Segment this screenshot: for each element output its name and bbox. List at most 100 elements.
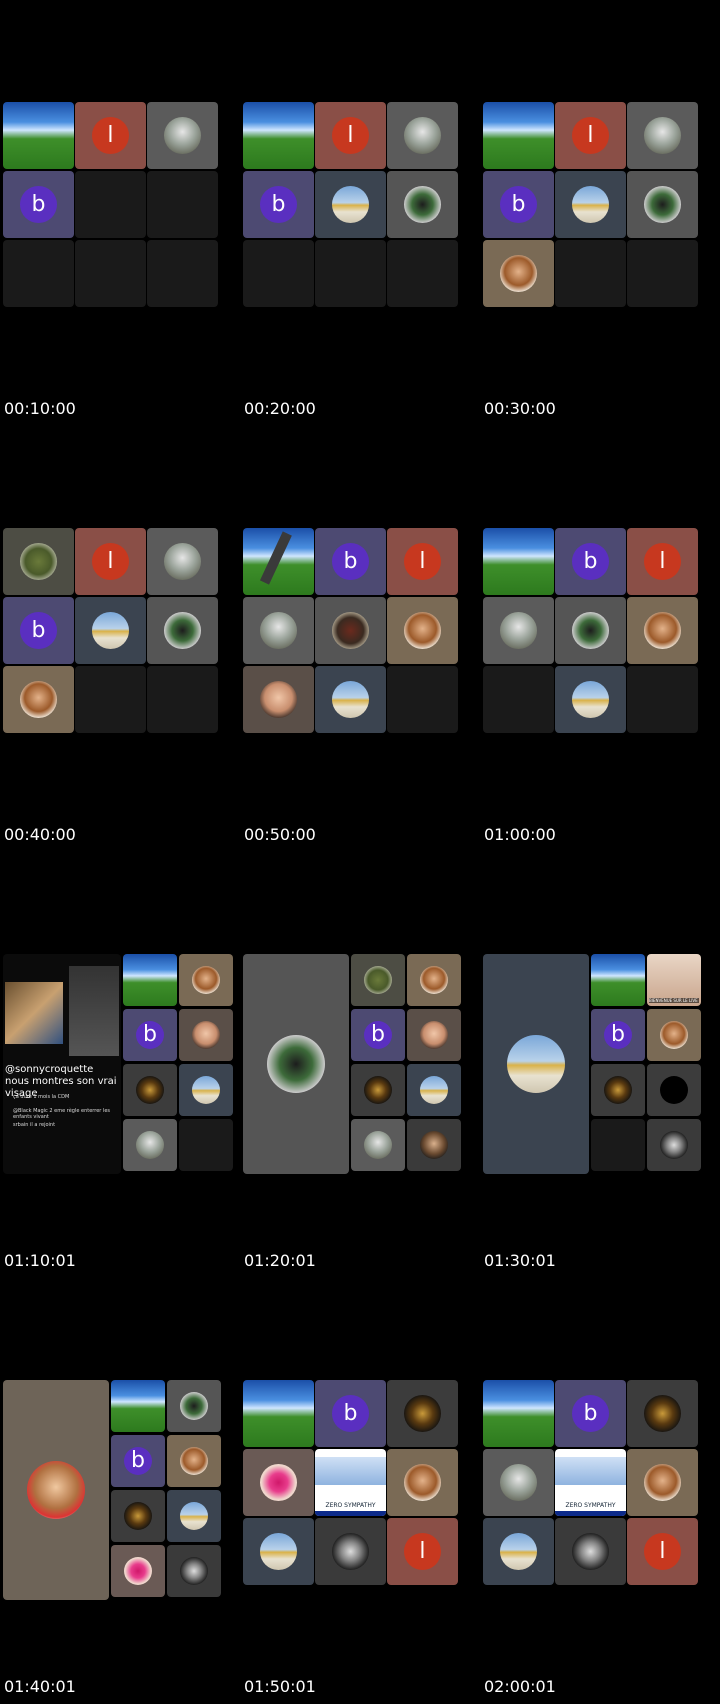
avatar-b: b: [20, 612, 57, 649]
participant-tile: [627, 102, 698, 169]
stadium-video-tile: [483, 102, 554, 169]
participant-tile: [351, 954, 405, 1006]
avatar-l: l: [644, 543, 681, 580]
participant-tile: [167, 1435, 221, 1487]
timestamp-label: 00:10:00: [4, 399, 76, 418]
stadium-video-tile: [243, 102, 314, 169]
empty-tile: [147, 240, 218, 307]
stadium-video-tile: [243, 1380, 314, 1447]
participant-tile: [123, 1064, 177, 1116]
avatar-horse: [332, 612, 369, 649]
avatar-flags: [404, 186, 441, 223]
video-frame: b ZERO SYMPATHY l: [483, 1380, 718, 1605]
empty-tile: [315, 240, 386, 307]
participant-tile: [627, 1380, 698, 1447]
empty-tile: [627, 240, 698, 307]
avatar-soldier: [135, 1130, 165, 1160]
participant-tile: [555, 666, 626, 733]
participant-tile: [591, 1064, 645, 1116]
avatar-b: b: [572, 1395, 609, 1432]
tile-subtitle: BIENVENUE SUR LE LIVE: [649, 998, 699, 1003]
banner-stripe: [555, 1457, 626, 1486]
avatar-dome: [500, 1533, 537, 1570]
participant-tile: [407, 954, 461, 1006]
stadium-video-tile: [243, 528, 314, 595]
avatar-l: l: [404, 543, 441, 580]
avatar-b: b: [500, 186, 537, 223]
timestamp-label: 00:50:00: [244, 825, 316, 844]
participant-tile: [167, 1380, 221, 1432]
participant-tile: [387, 597, 458, 664]
empty-tile: [147, 666, 218, 733]
participant-tile: [483, 1449, 554, 1516]
video-frame: bl: [483, 528, 718, 753]
participant-tile: b: [111, 1435, 165, 1487]
stadium-video-tile: [111, 1380, 165, 1432]
avatar-gold-emblem: [603, 1075, 633, 1105]
avatar-l: l: [92, 117, 129, 154]
participant-tile: [167, 1545, 221, 1597]
participant-tile: [111, 1545, 165, 1597]
participant-tile: b: [483, 171, 554, 238]
avatar-dome: [419, 1075, 449, 1105]
participant-tile: b: [591, 1009, 645, 1061]
participant-tile: [315, 666, 386, 733]
participant-tile: [387, 102, 458, 169]
comment-text: ça dure 1 mois la CDM: [13, 1094, 70, 1100]
participant-tile: [167, 1490, 221, 1542]
participant-tile: [243, 1449, 314, 1516]
participant-tile: l: [555, 102, 626, 169]
participant-tile: b: [351, 1009, 405, 1061]
timestamp-label: 01:40:01: [4, 1677, 76, 1696]
avatar-soldier: [164, 543, 201, 580]
timestamp-label: 01:10:01: [4, 1251, 76, 1270]
participant-tile: b: [555, 528, 626, 595]
video-frame: b ZERO SYMPATHY l: [243, 1380, 478, 1605]
avatar-dome: [260, 1533, 297, 1570]
avatar-flags: [572, 612, 609, 649]
participant-tile: l: [387, 528, 458, 595]
participant-tile: b: [555, 1380, 626, 1447]
timestamp-label: 01:50:01: [244, 1677, 316, 1696]
avatar-soldier: [404, 117, 441, 154]
avatar-l: l: [92, 543, 129, 580]
avatar-flower: [260, 1464, 297, 1501]
participant-tile: [483, 240, 554, 307]
participant-tile: l: [75, 528, 146, 595]
participant-tile: [407, 1064, 461, 1116]
timestamp-label: 00:30:00: [484, 399, 556, 418]
participant-tile: b: [315, 1380, 386, 1447]
empty-tile: [591, 1119, 645, 1171]
participant-tile: l: [387, 1518, 458, 1585]
banner-stripe: [315, 1457, 386, 1486]
participant-tile: [315, 1518, 386, 1585]
avatar-dome: [191, 1075, 221, 1105]
participant-tile: l: [627, 528, 698, 595]
empty-tile: [75, 171, 146, 238]
video-frame: b: [3, 1380, 238, 1605]
participant-tile: [75, 597, 146, 664]
avatar-flags: [179, 1391, 209, 1421]
avatar-woman: [191, 965, 221, 995]
participant-tile: [407, 1119, 461, 1171]
participant-tile: l: [315, 102, 386, 169]
avatar-b: b: [572, 543, 609, 580]
avatar-girl: [26, 1460, 86, 1520]
video-frame: lb: [243, 102, 478, 327]
participant-tile: [179, 1009, 233, 1061]
participant-tile: b: [3, 597, 74, 664]
avatar-flags: [644, 186, 681, 223]
avatar-dome: [572, 186, 609, 223]
banner-bar: [315, 1510, 386, 1516]
avatar-l: l: [332, 117, 369, 154]
video-frame: lb: [483, 102, 718, 327]
participant-tile: l: [75, 102, 146, 169]
timestamp-label: 00:20:00: [244, 399, 316, 418]
avatar-boy: [260, 681, 297, 718]
avatar-soldier: [500, 612, 537, 649]
avatar-soldier: [363, 1130, 393, 1160]
avatar-man: [419, 1130, 449, 1160]
empty-tile: [75, 240, 146, 307]
participant-tile: [555, 1518, 626, 1585]
avatar-soldier: [644, 117, 681, 154]
